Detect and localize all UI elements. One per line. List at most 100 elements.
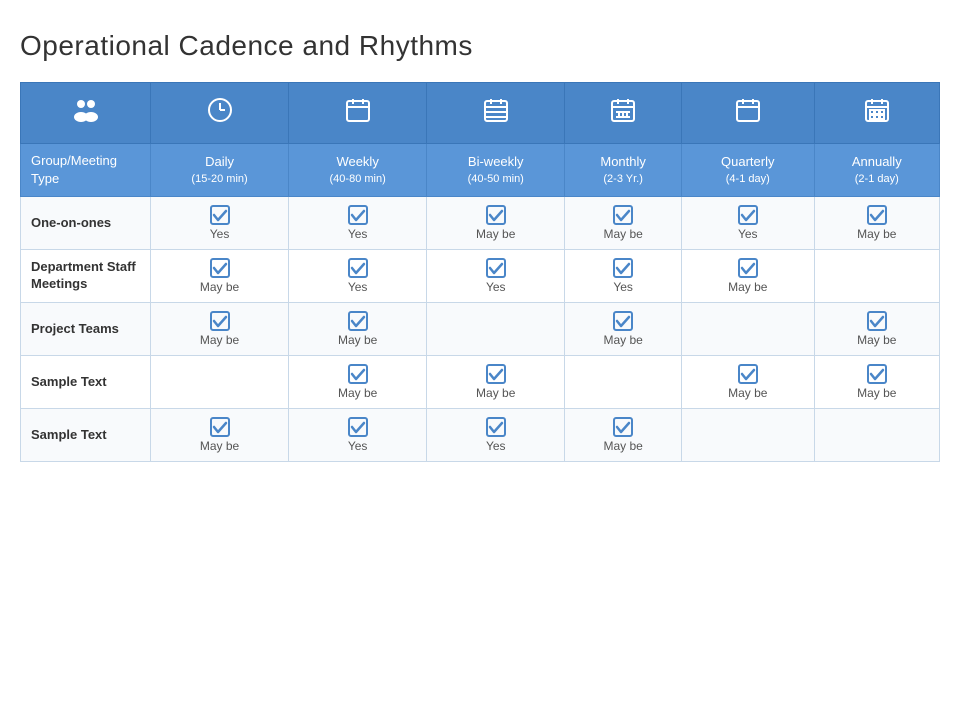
checkbox-icon [613,311,633,331]
table-row: Project Teams May be May be May be May be [21,303,940,356]
data-cell: May be [565,303,682,356]
checkbox-icon [738,364,758,384]
data-cell: May be [427,356,565,409]
cell-value-label: Yes [348,280,368,294]
data-cell [427,303,565,356]
row-label: Sample Text [31,427,107,442]
row-label: Department Staff Meetings [31,259,136,291]
checkbox-icon [210,311,230,331]
checkbox-icon [613,258,633,278]
data-cell [565,356,682,409]
checkbox-icon [738,258,758,278]
checkbox-icon [486,258,506,278]
row-label-cell: Department Staff Meetings [21,250,151,303]
row-label: Project Teams [31,321,119,336]
data-cell [814,250,939,303]
table-row: Department Staff Meetings May be Yes Yes Yes… [21,250,940,303]
header-icon-group [21,83,151,144]
data-cell: Yes [289,250,427,303]
cell-value-label: Yes [613,280,633,294]
row-label-cell: Sample Text [21,356,151,409]
data-cell: May be [814,197,939,250]
header-icon-calendar-weekly [289,83,427,144]
checkbox-icon [348,311,368,331]
col-header-monthly: Monthly (2-3 Yr.) [565,144,682,197]
col-header-quarterly: Quarterly (4-1 day) [682,144,815,197]
data-cell: Yes [427,409,565,462]
cell-value-label: May be [200,280,239,294]
data-cell: May be [151,250,289,303]
column-header-row: Group/Meeting Type Daily (15-20 min) Wee… [21,144,940,197]
page-title: Operational Cadence and Rhythms [20,30,940,62]
checkbox-icon [486,364,506,384]
table-row: Sample Text May be Yes Yes May be [21,409,940,462]
cell-value-label: May be [476,227,515,241]
header-icon-calendar-biweekly [427,83,565,144]
checkbox-icon [210,258,230,278]
cell-value-label: May be [728,386,767,400]
data-cell: Yes [289,409,427,462]
cell-value-label: May be [857,227,896,241]
data-cell: May be [151,303,289,356]
data-cell: May be [427,197,565,250]
data-cell: Yes [151,197,289,250]
cell-value-label: May be [603,333,642,347]
cell-value-label: May be [603,439,642,453]
checkbox-icon [738,205,758,225]
header-icon-calendar-monthly [565,83,682,144]
cell-value-label: Yes [486,439,506,453]
col-header-type: Group/Meeting Type [21,144,151,197]
header-icon-clock [151,83,289,144]
checkbox-icon [867,364,887,384]
checkbox-icon [348,258,368,278]
checkbox-icon [348,417,368,437]
col-header-daily: Daily (15-20 min) [151,144,289,197]
cell-value-label: May be [338,386,377,400]
data-cell: Yes [289,197,427,250]
data-cell: Yes [565,250,682,303]
row-label-cell: Project Teams [21,303,151,356]
table-row: One-on-ones Yes Yes May be May be Yes May be [21,197,940,250]
row-label-cell: One-on-ones [21,197,151,250]
data-cell: May be [682,250,815,303]
checkbox-icon [613,417,633,437]
checkbox-icon [867,311,887,331]
data-cell [682,409,815,462]
data-cell: May be [151,409,289,462]
header-icon-calendar-quarterly [682,83,815,144]
cell-value-label: May be [476,386,515,400]
row-label: Sample Text [31,374,107,389]
col-header-annually: Annually (2-1 day) [814,144,939,197]
cadence-table: Group/Meeting Type Daily (15-20 min) Wee… [20,82,940,462]
data-cell: May be [289,303,427,356]
row-label-cell: Sample Text [21,409,151,462]
data-cell: Yes [682,197,815,250]
checkbox-icon [210,205,230,225]
data-cell [151,356,289,409]
checkbox-icon [348,364,368,384]
data-cell: Yes [427,250,565,303]
checkbox-icon [486,205,506,225]
checkbox-icon [613,205,633,225]
data-cell: May be [565,409,682,462]
row-label: One-on-ones [31,215,111,230]
cell-value-label: May be [200,333,239,347]
checkbox-icon [210,417,230,437]
cell-value-label: May be [728,280,767,294]
cell-value-label: Yes [210,227,230,241]
cell-value-label: Yes [738,227,758,241]
checkbox-icon [348,205,368,225]
col-header-weekly: Weekly (40-80 min) [289,144,427,197]
cell-value-label: May be [200,439,239,453]
cell-value-label: May be [857,333,896,347]
cell-value-label: May be [603,227,642,241]
cell-value-label: Yes [348,227,368,241]
data-cell: May be [814,303,939,356]
cell-value-label: May be [338,333,377,347]
col-header-biweekly: Bi-weekly (40-50 min) [427,144,565,197]
cell-value-label: Yes [348,439,368,453]
data-cell: May be [565,197,682,250]
data-cell: May be [814,356,939,409]
table-row: Sample Text May be May be May be May be [21,356,940,409]
cell-value-label: May be [857,386,896,400]
